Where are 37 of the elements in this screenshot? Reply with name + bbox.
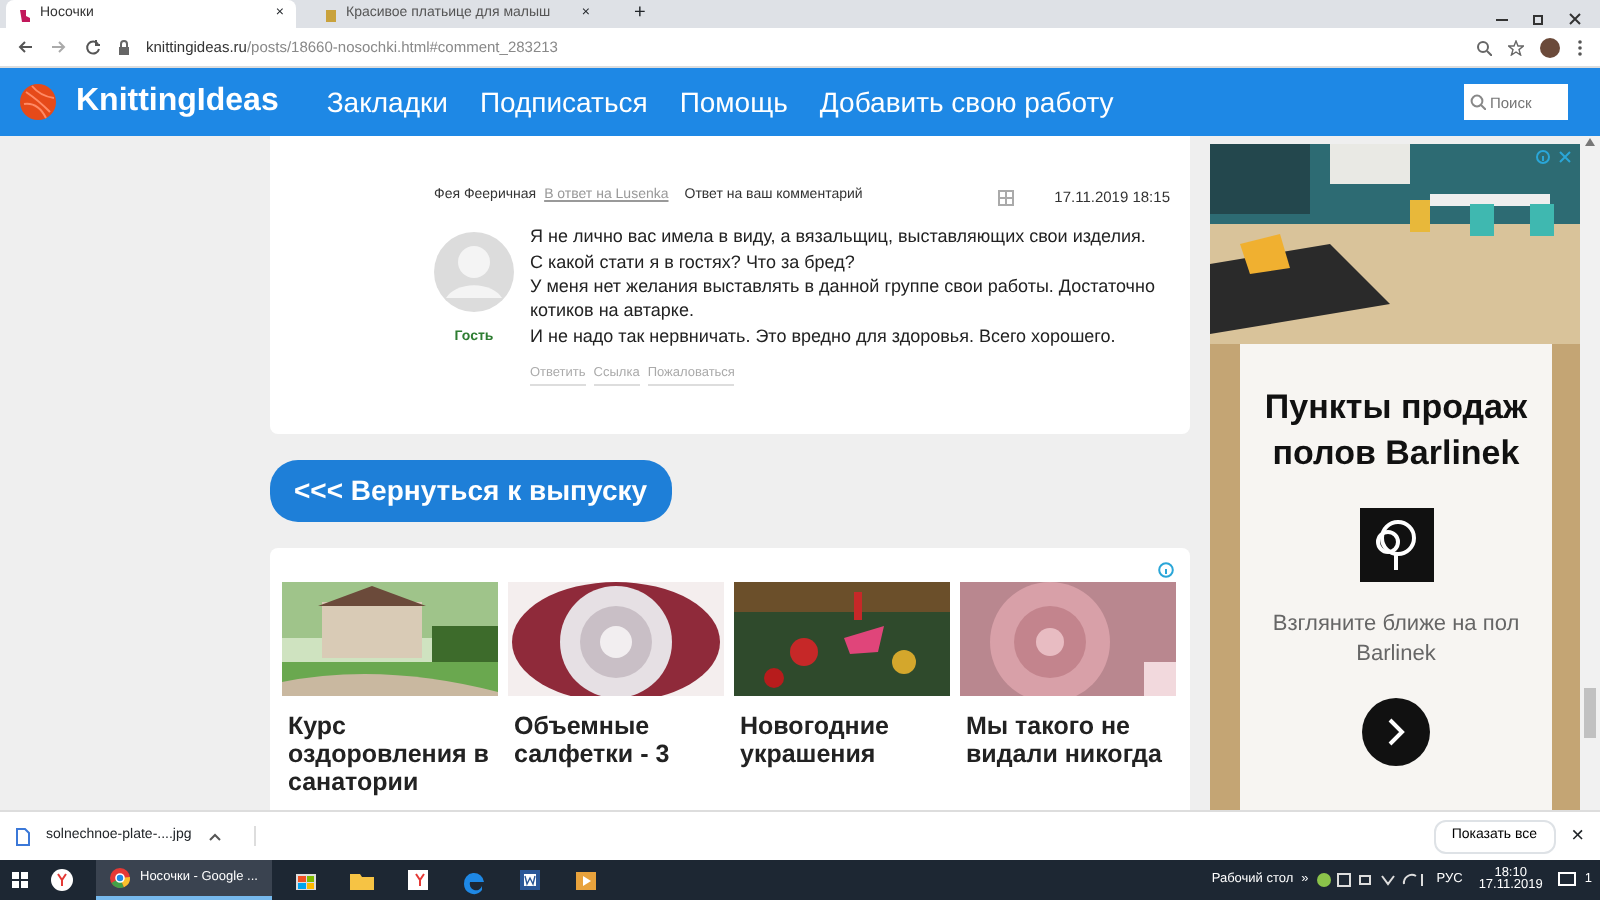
tree-logo-icon (1359, 508, 1433, 582)
sock-icon (18, 7, 32, 21)
yarn-ball-icon (16, 80, 60, 124)
site-logo[interactable]: KnittingIdeas (76, 78, 279, 126)
more-icon[interactable] (1576, 37, 1584, 57)
back-icon[interactable] (16, 38, 34, 56)
avatar-icon[interactable] (1540, 37, 1560, 57)
new-tab-button[interactable]: + (634, 2, 646, 26)
tray-icons-drawing (1316, 870, 1429, 890)
recommendation-title[interactable]: Новогодние украшения (734, 712, 952, 768)
scrollbar-thumb[interactable] (1584, 688, 1596, 738)
recommendation-title[interactable]: Мы такого не видали никогда (960, 712, 1178, 768)
nav-link[interactable]: Подписаться (479, 81, 648, 123)
recommendation-title[interactable]: Объемные салфетки - 3 (508, 712, 726, 768)
search-icon (1470, 94, 1486, 110)
nav-link[interactable]: Закладки (326, 81, 448, 123)
nav-link[interactable]: Помощь (679, 81, 788, 123)
dress-icon (324, 7, 338, 21)
zoom-icon[interactable] (1476, 39, 1492, 55)
close-button[interactable]: × (1571, 819, 1584, 853)
ad-title: Пункты продаж полов Barlinek (1262, 386, 1530, 476)
back-button[interactable]: <<< Вернуться к выпуску (270, 460, 672, 522)
reload-icon[interactable] (84, 38, 102, 56)
next-button-icon[interactable] (1362, 698, 1430, 766)
recommendation-title[interactable]: Курс оздоровления в санатории (282, 712, 500, 796)
restore-icon[interactable] (1528, 12, 1548, 28)
ad-text: Взгляните ближе на пол Barlinek (1270, 610, 1522, 670)
info-icon[interactable] (1158, 562, 1174, 578)
comment-text: Я не лично вас имела в виду, а вязальщиц, выставляющих свои изделия. С какой стати я в гостях? Что за бред? У меня нет желания выставлять в данной группе свои работы. Достаточно котиков на автарке. И не надо так нервничать. Это вредно для здоровья. Всего хорошего. (530, 224, 1157, 349)
lock-icon (118, 39, 130, 55)
star-icon[interactable] (1508, 39, 1524, 55)
nav-link[interactable]: Добавить свою работу (819, 81, 1114, 123)
avatar-icon (434, 232, 514, 313)
close-icon[interactable] (1564, 12, 1584, 28)
notification-icon (1558, 872, 1577, 888)
file-icon (16, 827, 30, 845)
caret-icon (207, 831, 222, 841)
